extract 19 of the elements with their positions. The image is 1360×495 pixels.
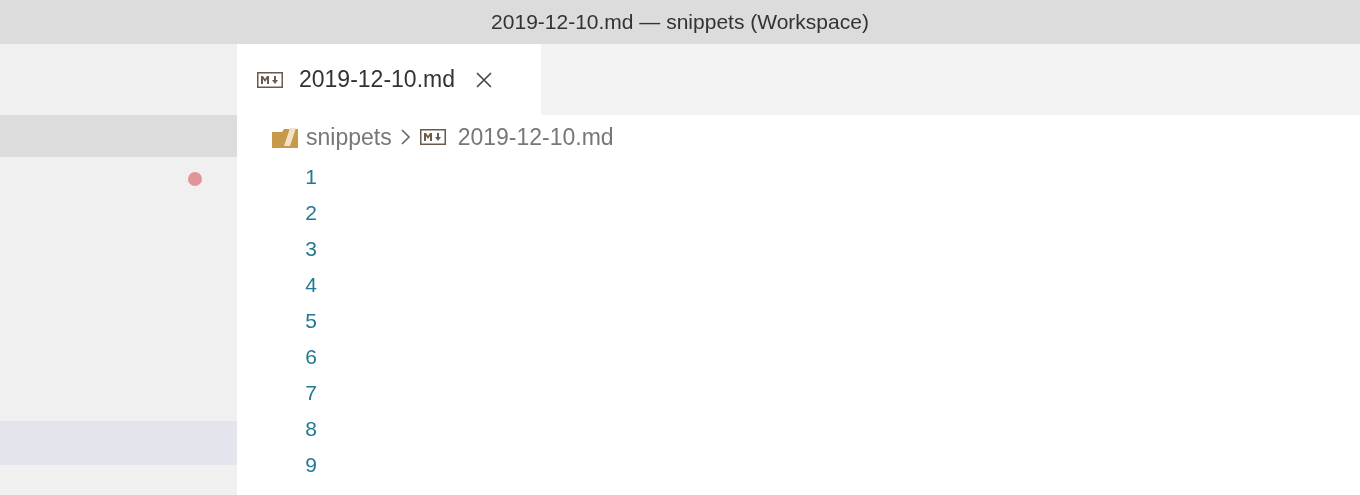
line-number: 6 (305, 344, 317, 371)
chevron-right-icon (399, 128, 412, 146)
line-number: 3 (305, 236, 317, 263)
line-number: 9 (305, 452, 317, 479)
line-number: 1 (305, 164, 317, 191)
breadcrumb-item[interactable]: snippets (306, 119, 392, 155)
markdown-icon (257, 71, 283, 88)
line-number: 7 (305, 380, 317, 407)
editor-tab[interactable]: 2019-12-10.md (237, 44, 541, 115)
line-number: 2 (305, 200, 317, 227)
breadcrumb-item[interactable]: 2019-12-10.md (457, 119, 614, 155)
window-title: 2019-12-10.md — snippets (Workspace) (491, 9, 869, 36)
tab-label: 2019-12-10.md (299, 65, 455, 95)
markdown-icon (419, 129, 446, 145)
line-number: 8 (305, 416, 317, 443)
line-number: 5 (305, 308, 317, 335)
close-icon[interactable] (475, 70, 493, 89)
folder-icon (272, 126, 298, 148)
line-number: 4 (305, 272, 317, 299)
